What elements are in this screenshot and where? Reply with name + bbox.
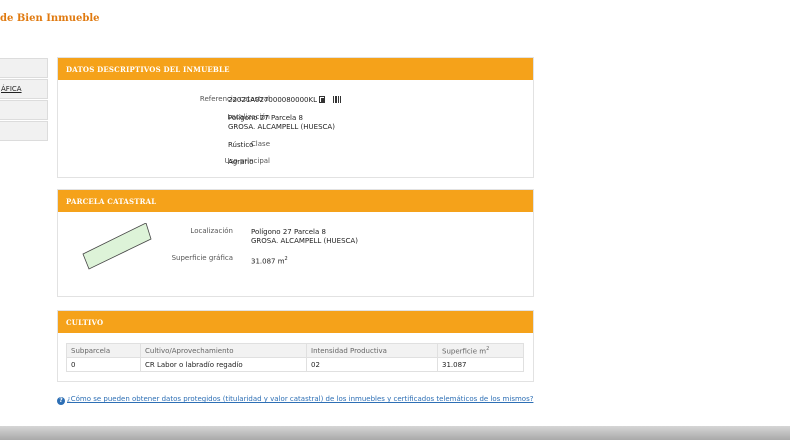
cell-subparcela: 0 xyxy=(66,357,141,372)
sidebar: ÁFICA xyxy=(0,58,48,142)
col-cultivo: Cultivo/Aprovechamiento xyxy=(140,343,307,358)
barcode-icon[interactable] xyxy=(333,96,341,103)
col-subparcela: Subparcela xyxy=(66,343,141,358)
superficie-label: Superficie gráfica xyxy=(171,254,233,262)
help-link[interactable]: ¿Cómo se pueden obtener datos protegidos… xyxy=(67,395,533,403)
cell-cultivo: CR Labor o labradío regadío xyxy=(140,357,307,372)
datos-descriptivos-panel: DATOS DESCRIPTIVOS DEL INMUEBLE Referenc… xyxy=(57,57,534,178)
sidebar-item-3[interactable] xyxy=(0,100,48,120)
parcela-panel: PARCELA CATASTRAL Localización Polígono … xyxy=(57,189,534,297)
col-superficie-label: Superficie m xyxy=(442,347,487,356)
cultivo-header: CULTIVO xyxy=(58,311,533,333)
copy-icon[interactable] xyxy=(319,96,325,103)
parcela-localizacion-label: Localización xyxy=(190,227,233,235)
cultivo-table: Subparcela Cultivo/Aprovechamiento Inten… xyxy=(66,343,524,372)
referencia-value-row: 22021A027000080000KL xyxy=(228,95,341,105)
col-intensidad: Intensidad Productiva xyxy=(306,343,438,358)
parcela-localizacion-line2: GROSA. ALCAMPELL (HUESCA) xyxy=(251,237,358,245)
col-superficie-exp: 2 xyxy=(486,345,490,352)
question-circle-icon: ? xyxy=(57,397,65,405)
bottom-bar xyxy=(0,426,790,440)
sidebar-item-1[interactable] xyxy=(0,58,48,78)
clase-value: Rústico xyxy=(228,141,254,149)
datos-descriptivos-header: DATOS DESCRIPTIVOS DEL INMUEBLE xyxy=(58,58,533,80)
referencia-value: 22021A027000080000KL xyxy=(228,96,317,104)
sidebar-item-grafica[interactable]: ÁFICA xyxy=(0,79,48,99)
help-row: ? ¿Cómo se pueden obtener datos protegido… xyxy=(57,395,533,405)
cell-intensidad: 02 xyxy=(306,357,438,372)
cultivo-header-row: Subparcela Cultivo/Aprovechamiento Inten… xyxy=(66,343,524,358)
page-title: de Bien Inmueble xyxy=(0,13,100,24)
col-superficie: Superficie m2 xyxy=(437,343,524,358)
superficie-value-row: 31.087 m2 xyxy=(251,254,288,266)
uso-value: Agrario xyxy=(228,158,254,166)
localizacion-line2: GROSA. ALCAMPELL (HUESCA) xyxy=(228,123,335,131)
cell-superficie: 31.087 xyxy=(437,357,524,372)
parcela-header: PARCELA CATASTRAL xyxy=(58,190,533,212)
superficie-value: 31.087 m xyxy=(251,257,285,266)
sidebar-item-4[interactable] xyxy=(0,121,48,141)
superficie-unit-exp: 2 xyxy=(284,256,288,262)
table-row: 0 CR Labor o labradío regadío 02 31.087 xyxy=(66,357,524,372)
cultivo-panel: CULTIVO Subparcela Cultivo/Aprovechamien… xyxy=(57,310,534,382)
